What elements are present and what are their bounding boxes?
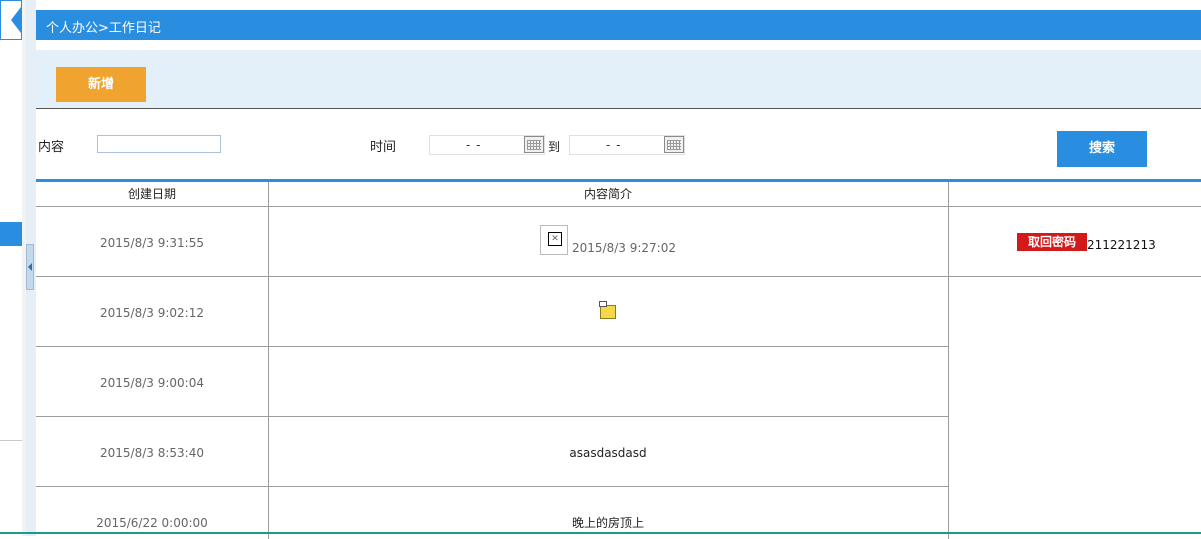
content-search-input[interactable] [97, 135, 221, 153]
broken-image-icon [540, 225, 569, 255]
date-to-value: - - [606, 138, 622, 152]
date-to-field[interactable]: - - [569, 135, 685, 155]
column-header-content: 内容简介 [268, 182, 948, 207]
time-label: 时间 [370, 140, 397, 155]
search-bar: 内容 时间 - - 到 - - 搜索 [36, 109, 1201, 179]
sidebar-active-item[interactable] [0, 222, 22, 246]
bottom-border [0, 532, 1201, 534]
calendar-icon[interactable] [664, 136, 684, 153]
row-content[interactable]: asasdasdasd [268, 446, 948, 460]
diary-table: 创建日期 内容简介 2015/8/3 9:31:55 2015/8/3 9:27… [36, 179, 1201, 539]
breadcrumb: 个人办公>工作日记 [46, 21, 161, 36]
collapse-handle-icon[interactable] [26, 244, 34, 290]
to-label: 到 [548, 140, 561, 154]
row-date: 2015/8/3 9:02:12 [100, 306, 204, 320]
content-label: 内容 [38, 140, 65, 155]
row-date: 2015/6/22 0:00:00 [96, 516, 208, 530]
date-from-field[interactable]: - - [429, 135, 545, 155]
row-date: 2015/8/3 9:00:04 [100, 376, 204, 390]
grid-line [36, 416, 948, 417]
search-button[interactable]: 搜索 [1057, 131, 1147, 167]
row-content[interactable]: 晚上的房顶上 [268, 514, 948, 531]
left-sidebar [0, 0, 23, 441]
grid-line [948, 182, 949, 539]
breadcrumb-bar: 个人办公>工作日记 [36, 10, 1201, 40]
row-date: 2015/8/3 8:53:40 [100, 446, 204, 460]
folder-icon [599, 301, 616, 319]
sidebar-toggle[interactable] [0, 0, 22, 40]
column-header-extra [948, 182, 1201, 207]
grid-line [36, 276, 1201, 277]
add-button[interactable]: 新增 [56, 67, 146, 102]
date-from-value: - - [466, 138, 482, 152]
grid-line [36, 346, 948, 347]
column-header-date: 创建日期 [36, 182, 268, 207]
row-content[interactable]: 2015/8/3 9:27:02 [268, 225, 948, 255]
row-content-text: 2015/8/3 9:27:02 [572, 241, 676, 255]
main-content: 个人办公>工作日记 新增 内容 时间 - - 到 - - 搜索 创建日期 内容简… [36, 0, 1201, 539]
row-date: 2015/8/3 9:31:55 [100, 236, 204, 250]
chevron-left-icon [11, 7, 21, 33]
grid-line [36, 486, 948, 487]
badge-number: 211221213 [1087, 238, 1156, 252]
toolbar: 新增 [36, 50, 1201, 109]
row-content[interactable] [268, 301, 948, 322]
retrieve-password-badge[interactable]: 取回密码 [1017, 233, 1087, 251]
calendar-icon[interactable] [524, 136, 544, 153]
